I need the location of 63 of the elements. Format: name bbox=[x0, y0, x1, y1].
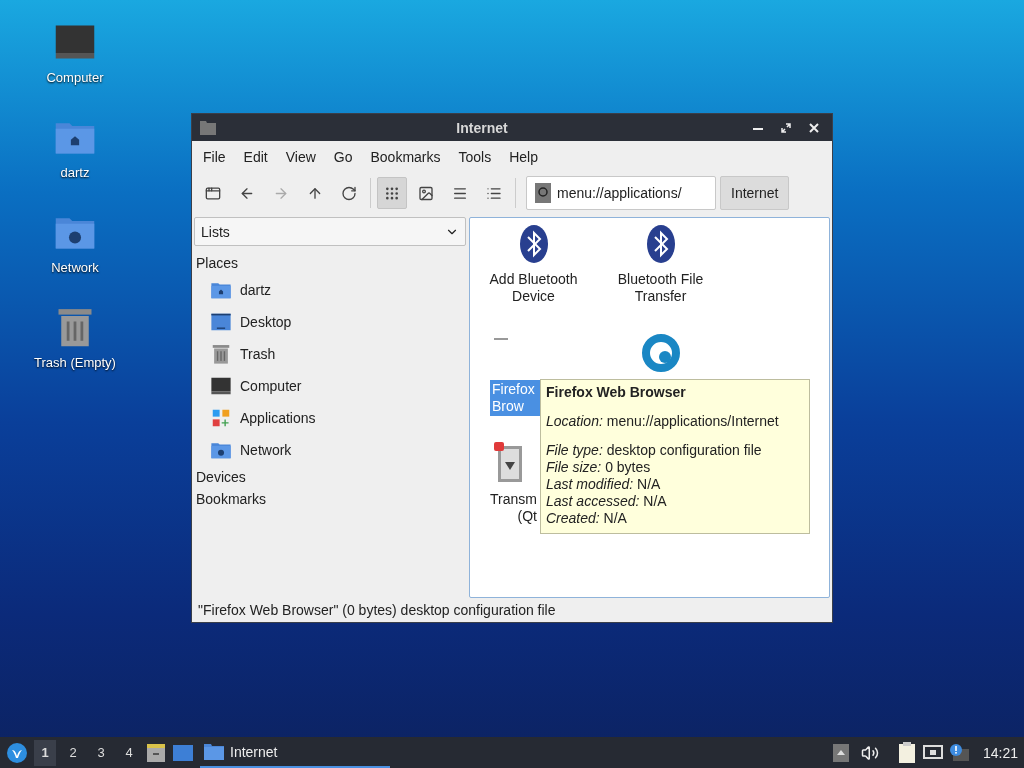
tooltip-line: Last accessed: N/A bbox=[546, 493, 667, 510]
swirl-icon bbox=[640, 333, 681, 373]
clock[interactable]: 14:21 bbox=[982, 744, 1018, 761]
tooltip-line: File type: desktop configuration file bbox=[546, 442, 762, 459]
tray-up-icon[interactable] bbox=[832, 743, 849, 762]
location-icon bbox=[535, 183, 551, 203]
transmission-icon bbox=[494, 442, 524, 484]
file-label[interactable]: Add Bluetooth Device bbox=[487, 270, 580, 306]
place-item[interactable]: Applications bbox=[240, 410, 316, 426]
desktop-icon-label[interactable]: dartz bbox=[60, 165, 90, 180]
place-item[interactable]: Trash bbox=[240, 346, 276, 362]
file-label[interactable]: Bluetooth File Transfer bbox=[615, 270, 706, 306]
place-item[interactable]: Desktop bbox=[240, 314, 292, 330]
status-text: "Firefox Web Browser" (0 bytes) desktop configuration file bbox=[198, 602, 556, 618]
bluetooth-icon bbox=[645, 224, 676, 264]
tooltip-line: Location: menu://applications/Internet bbox=[546, 413, 779, 430]
side-pane-selector[interactable]: Lists bbox=[194, 217, 466, 246]
applications-icon bbox=[210, 407, 232, 429]
file-cabinet-icon[interactable] bbox=[146, 742, 166, 763]
icon-view-button[interactable] bbox=[377, 177, 407, 209]
network-tray-icon[interactable] bbox=[922, 743, 943, 762]
menu-item[interactable]: Bookmarks bbox=[361, 145, 450, 169]
menu-item[interactable]: Edit bbox=[234, 145, 277, 169]
desktop-icon bbox=[210, 311, 232, 333]
bluetooth-icon bbox=[518, 224, 549, 264]
monitor-icon bbox=[210, 375, 232, 397]
workspace-button[interactable]: 1 bbox=[34, 739, 56, 766]
thumbnail-view-icon bbox=[418, 184, 434, 202]
desktop-icon-label[interactable]: Trash (Empty) bbox=[34, 355, 116, 370]
section-header[interactable]: Places bbox=[194, 252, 466, 274]
workspace-button[interactable]: 4 bbox=[118, 739, 140, 766]
workspace-button[interactable]: 2 bbox=[62, 739, 84, 766]
folder-icon bbox=[200, 120, 216, 135]
close-icon bbox=[809, 122, 819, 133]
place-item[interactable]: Computer bbox=[240, 378, 302, 394]
file-label[interactable]: Transm (Qt bbox=[488, 490, 539, 526]
desktop-icon-label[interactable]: Network bbox=[51, 260, 99, 275]
menu-item[interactable]: Go bbox=[324, 145, 362, 169]
maximize-icon bbox=[781, 122, 791, 133]
trash-icon bbox=[210, 343, 232, 365]
show-desktop-icon[interactable] bbox=[172, 743, 194, 762]
menu-item[interactable]: Tools bbox=[449, 145, 501, 169]
start-menu-icon[interactable] bbox=[6, 741, 28, 764]
address-field[interactable]: menu://applications/ bbox=[526, 176, 716, 210]
path-button[interactable]: Internet bbox=[720, 176, 790, 210]
window-title: Internet bbox=[455, 119, 509, 136]
task-button[interactable]: Internet bbox=[200, 737, 390, 768]
place-item[interactable]: Network bbox=[240, 442, 292, 458]
place-item[interactable]: dartz bbox=[240, 282, 272, 298]
volume-icon[interactable] bbox=[860, 743, 879, 762]
menu-item[interactable]: Help bbox=[500, 145, 547, 169]
notification-icon[interactable] bbox=[948, 742, 969, 763]
menu-item[interactable]: View bbox=[276, 145, 325, 169]
tooltip-line: Created: N/A bbox=[546, 510, 627, 527]
reload-icon bbox=[341, 184, 357, 202]
workspace-button[interactable]: 3 bbox=[90, 739, 112, 766]
tooltip-line: Last modified: N/A bbox=[546, 476, 661, 493]
menu-item[interactable]: File bbox=[194, 145, 235, 169]
section-header[interactable]: Bookmarks bbox=[194, 488, 466, 510]
tooltip-line: File size: 0 bytes bbox=[546, 459, 651, 476]
clipboard-icon[interactable] bbox=[896, 741, 917, 764]
folder-icon bbox=[204, 743, 224, 760]
section-header[interactable]: Devices bbox=[194, 466, 466, 488]
